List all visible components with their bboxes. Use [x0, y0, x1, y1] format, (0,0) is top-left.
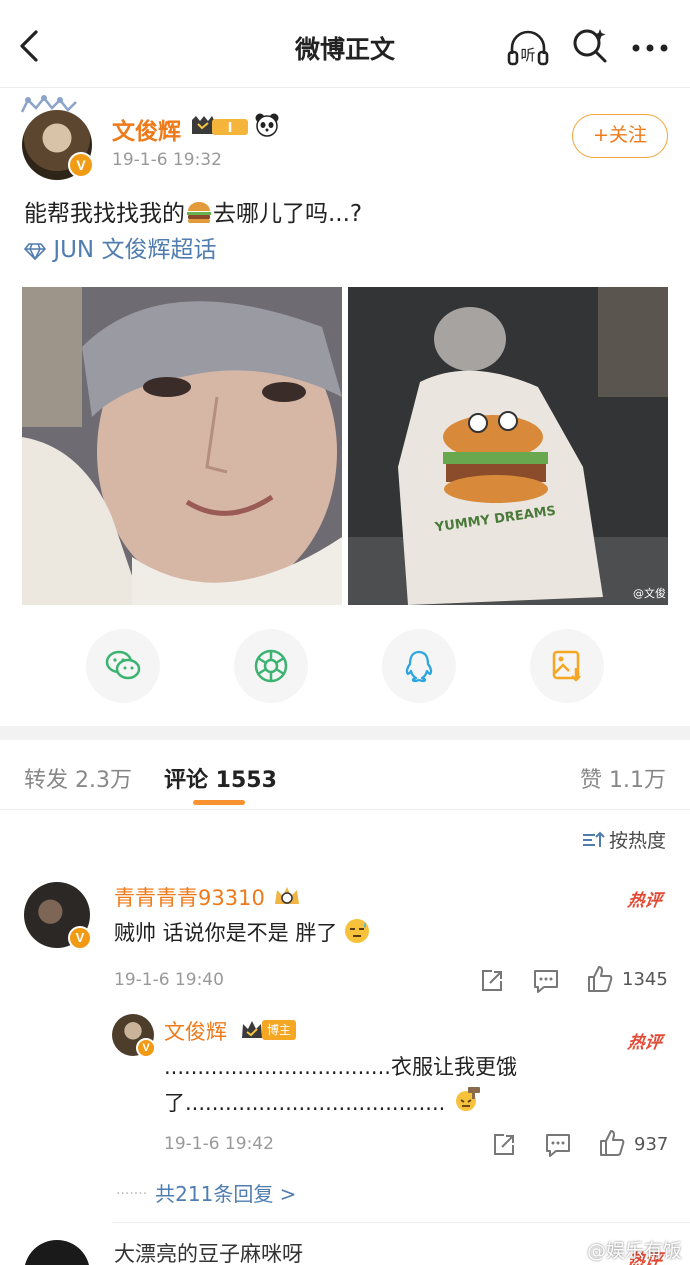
top-nav-bar: 微博正文 听 — [0, 0, 690, 88]
comment-timestamp: 19-1-6 19:40 — [114, 970, 224, 990]
reply-timestamp: 19-1-6 19:42 — [164, 1134, 274, 1154]
interaction-tabs: 转发 2.3万 评论 1553 赞 1.1万 — [0, 740, 690, 810]
save-image-icon — [552, 650, 581, 682]
super-topic-link[interactable]: JUN 文俊辉超话 — [23, 230, 217, 264]
share-row — [0, 625, 690, 705]
section-divider — [0, 726, 690, 740]
sort-label: 按热度 — [608, 830, 666, 852]
reply-text-line2-content: 了....................................... — [164, 1091, 446, 1115]
diamond-icon — [23, 243, 47, 261]
post-owner-label: 博主 — [262, 1020, 296, 1040]
comment-text: 贼帅 话说你是不是 胖了 — [114, 916, 370, 950]
reply-text-line1: ..................................衣服让我更饿 — [164, 1055, 517, 1079]
commenter-name[interactable]: 青青青青93310 — [114, 882, 302, 912]
hot-comment-tag: 热评 — [626, 891, 664, 911]
super-topic-label: JUN 文俊辉超话 — [53, 237, 217, 263]
hot-comment-tag: 热评 — [626, 1033, 664, 1053]
repost-reply-icon[interactable] — [490, 1130, 518, 1160]
commenter-name-text: 青青青青93310 — [114, 886, 265, 910]
like-thumb-icon[interactable] — [586, 964, 614, 994]
reply-comment-icon[interactable] — [532, 966, 560, 996]
sort-by-heat-button[interactable]: 按热度 — [581, 826, 666, 853]
dotted-line-decoration: ······· — [116, 1186, 148, 1202]
photo-watermark: @文俊 — [633, 587, 666, 600]
post-photo-2[interactable]: YUMMY DREAMS @文俊 — [348, 287, 668, 605]
repost-comment-icon[interactable] — [478, 966, 506, 996]
moments-icon — [254, 649, 288, 683]
sweat-face-emoji-icon — [345, 919, 370, 943]
listen-label: 听 — [520, 46, 535, 64]
tab-like[interactable]: 赞 1.1万 — [580, 762, 666, 794]
comment-divider — [112, 1222, 690, 1223]
verified-badge: V — [68, 926, 92, 950]
member-level-badge-icon: I — [192, 116, 248, 136]
post-timestamp: 19-1-6 19:32 — [112, 150, 222, 170]
comment-text-content: 贼帅 话说你是不是 胖了 — [114, 921, 338, 945]
commenter-name[interactable]: 大漂亮的豆子麻咪呀 — [114, 1238, 303, 1265]
more-options-icon[interactable] — [630, 30, 670, 66]
more-replies-link[interactable]: ······· 共211条回复 > — [116, 1178, 296, 1207]
like-thumb-icon[interactable] — [598, 1128, 626, 1158]
follow-button[interactable]: +关注 — [572, 114, 668, 158]
sort-icon — [582, 831, 605, 847]
verified-badge: V — [68, 152, 94, 178]
crown-badge-icon — [242, 1021, 262, 1038]
watermark-text: @娱乐有饭 — [586, 1240, 682, 1262]
post-text: 能帮我找找我的 去哪儿了吗...? — [24, 194, 362, 228]
active-tab-indicator — [193, 800, 245, 805]
vip-crown-badge-icon — [274, 887, 299, 904]
qq-icon — [405, 650, 433, 683]
post-header: V 文俊辉 I 19-1-6 19:32 +关注 — [0, 88, 690, 188]
reply-reply-icon[interactable] — [544, 1130, 572, 1160]
share-qq-button[interactable] — [382, 629, 456, 703]
burger-emoji-icon — [187, 202, 211, 223]
tab-repost[interactable]: 转发 2.3万 — [24, 762, 132, 794]
wechat-icon — [105, 650, 141, 680]
more-replies-label: 共211条回复 > — [155, 1182, 297, 1206]
tab-comment[interactable]: 评论 1553 — [164, 762, 277, 794]
weibo-logo-icon — [563, 1242, 586, 1259]
share-moments-button[interactable] — [234, 629, 308, 703]
post-text-part2: 去哪儿了吗...? — [213, 201, 363, 227]
post-photo-1[interactable] — [22, 287, 342, 605]
post-text-part1: 能帮我找找我的 — [24, 201, 185, 227]
hammer-face-emoji-icon — [456, 1087, 481, 1111]
post-owner-badge: 博主 — [240, 1018, 298, 1042]
like-count: 937 — [634, 1134, 669, 1155]
commenter-avatar[interactable] — [24, 1240, 90, 1265]
member-level-label: I — [228, 121, 233, 136]
reply-text-line2: 了....................................... — [164, 1086, 482, 1120]
author-name[interactable]: 文俊辉 — [112, 112, 181, 146]
panda-icon — [255, 113, 279, 137]
share-wechat-button[interactable] — [86, 629, 160, 703]
site-watermark: @娱乐有饭 — [563, 1236, 682, 1263]
search-icon[interactable] — [570, 26, 610, 66]
listen-headphones-icon[interactable]: 听 — [506, 26, 550, 70]
like-count: 1345 — [622, 969, 668, 990]
reply-author-name[interactable]: 文俊辉 — [164, 1016, 227, 1046]
selfie-photo-art — [22, 287, 342, 605]
save-image-button[interactable] — [530, 629, 604, 703]
verified-badge: V — [136, 1038, 156, 1058]
hoodie-back-photo-art: YUMMY DREAMS — [348, 287, 668, 605]
